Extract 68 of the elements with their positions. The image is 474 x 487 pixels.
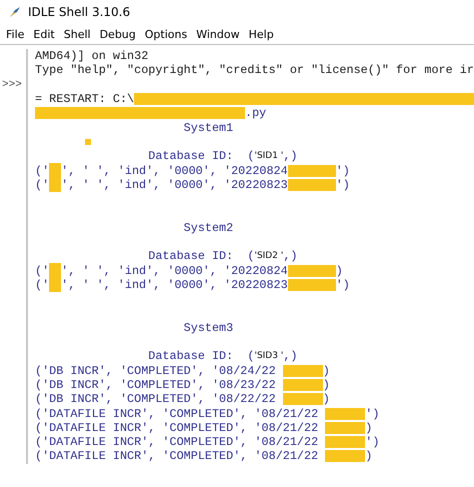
redaction-mark bbox=[325, 450, 366, 462]
redaction-mark bbox=[288, 164, 336, 177]
output-text: ', ' ', 'ind', '0000', '20220824 bbox=[61, 164, 288, 178]
output-text: ) bbox=[365, 420, 372, 435]
output-text: ', ' ', 'ind', '0000', '20220823 bbox=[61, 278, 288, 292]
output-text: ) bbox=[365, 449, 372, 464]
output-text: Type "help", "copyright", "credits" or "license()" for more ir bbox=[35, 63, 474, 78]
output-text: (' bbox=[35, 278, 50, 292]
output-text: ('DB INCR', 'COMPLETED', '08/24/22 bbox=[35, 364, 277, 378]
redaction-mark bbox=[49, 277, 62, 292]
output-text: ('DATAFILE INCR', 'COMPLETED', '08/21/22 bbox=[35, 406, 320, 421]
redaction-mark bbox=[282, 364, 323, 377]
output-text: ,) bbox=[283, 349, 298, 364]
redaction-mark bbox=[85, 138, 91, 145]
output-text: Database ID: ( bbox=[147, 249, 254, 264]
redaction-mark bbox=[325, 408, 366, 420]
output-text: ('DATAFILE INCR', 'COMPLETED', '08/21/22 bbox=[35, 449, 320, 464]
python-feather-icon bbox=[8, 5, 22, 19]
output-text: .py bbox=[245, 106, 266, 120]
output-text: = RESTART: C:\ bbox=[35, 92, 134, 106]
output-text: ) bbox=[336, 264, 343, 278]
output-text: Database ID: ( bbox=[147, 349, 254, 364]
output-text: ,) bbox=[283, 249, 298, 264]
output-text: ('DB INCR', 'COMPLETED', '08/23/22 bbox=[35, 378, 277, 392]
redaction-mark bbox=[49, 177, 62, 192]
menu-item[interactable]: Options bbox=[144, 28, 188, 40]
menu-item[interactable]: Help bbox=[248, 28, 274, 40]
output-text: ('DB INCR', 'COMPLETED', '08/22/22 bbox=[35, 392, 277, 406]
menu-item[interactable]: Shell bbox=[64, 28, 91, 40]
output-text: ') bbox=[336, 178, 350, 192]
output-text: 'SID2 ' bbox=[254, 250, 284, 264]
output-text: ) bbox=[322, 392, 330, 406]
output-text: 'SID1 ' bbox=[254, 150, 284, 164]
output-text: ', ' ', 'ind', '0000', '20220824 bbox=[61, 264, 288, 278]
output-text: ') bbox=[365, 406, 380, 421]
redaction-mark bbox=[288, 278, 336, 291]
output-text: ') bbox=[336, 278, 350, 292]
menu-item[interactable]: Window bbox=[196, 28, 240, 40]
menu-item[interactable]: Debug bbox=[100, 28, 136, 40]
redaction-mark bbox=[288, 264, 336, 277]
output-text: ', ' ', 'ind', '0000', '20220823 bbox=[61, 178, 288, 192]
output-text: System2 bbox=[182, 220, 234, 235]
output-text: System1 bbox=[182, 120, 234, 135]
menu-item[interactable]: File bbox=[6, 28, 24, 40]
output-text: (' bbox=[35, 178, 50, 192]
output-text: ) bbox=[322, 378, 330, 392]
output-text: ) bbox=[322, 364, 330, 378]
output-text: AMD64)] on win32 bbox=[35, 49, 148, 64]
output-text: Database ID: ( bbox=[147, 149, 254, 164]
output-text: (' bbox=[35, 164, 50, 178]
redaction-mark bbox=[325, 422, 366, 434]
output-text: (' bbox=[35, 264, 50, 278]
redaction-mark bbox=[282, 378, 323, 391]
redaction-mark bbox=[325, 436, 366, 448]
output-text: 'SID3 ' bbox=[254, 350, 284, 364]
window-title: IDLE Shell 3.10.6 bbox=[28, 5, 130, 19]
redaction-mark bbox=[49, 263, 62, 278]
output-text: ') bbox=[365, 435, 380, 450]
redaction-mark bbox=[282, 393, 323, 406]
output-text: ') bbox=[336, 164, 350, 178]
menu-item[interactable]: Edit bbox=[33, 28, 55, 40]
shell-prompt: >>> bbox=[2, 78, 22, 91]
output-text: ('DATAFILE INCR', 'COMPLETED', '08/21/22 bbox=[35, 435, 320, 450]
output-text: System3 bbox=[182, 320, 234, 335]
redaction-mark bbox=[288, 178, 336, 191]
output-text: ,) bbox=[283, 149, 298, 164]
redaction-mark bbox=[49, 163, 62, 178]
output-text: ('DATAFILE INCR', 'COMPLETED', '08/21/22 bbox=[35, 420, 320, 435]
